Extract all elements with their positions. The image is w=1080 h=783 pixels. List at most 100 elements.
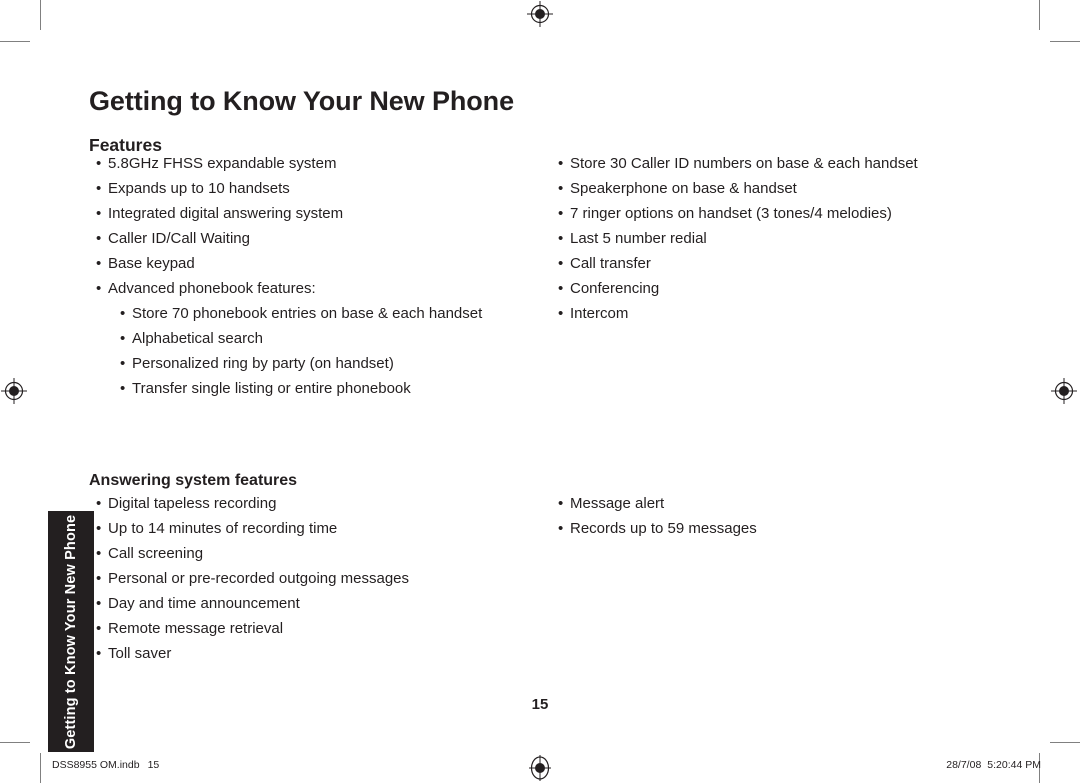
bullet-icon: • [558, 495, 564, 512]
bullet-icon: • [120, 305, 126, 322]
list-item-label: Message alert [570, 495, 665, 512]
bullet-icon: • [96, 570, 102, 587]
bullet-icon: • [96, 595, 102, 612]
list-item: • 5.8GHz FHSS expandable system [96, 151, 526, 176]
bullet-icon: • [558, 230, 564, 247]
footer-date-value: 28/7/08 [946, 759, 982, 771]
registration-mark-right-middle [1051, 378, 1077, 404]
features-right-list: • Store 30 Caller ID numbers on base & ea… [558, 151, 1028, 326]
list-item: • Call screening [96, 541, 526, 566]
list-item: • Message alert [558, 491, 1028, 516]
list-item-label: Remote message retrieval [108, 620, 284, 637]
list-item-label: Day and time announcement [108, 595, 300, 612]
list-item: • Expands up to 10 handsets [96, 176, 526, 201]
list-item-label: Integrated digital answering system [108, 205, 344, 222]
list-item: • 7 ringer options on handset (3 tones/4 … [558, 201, 1028, 226]
answering-system-right-list: • Message alert • Records up to 59 messages [558, 491, 1028, 541]
crop-mark-bottom-right-horizontal [1050, 742, 1080, 743]
bullet-icon: • [558, 280, 564, 297]
list-item-label: Call transfer [570, 255, 651, 272]
bullet-icon: • [96, 255, 102, 272]
crop-mark-top-right-horizontal [1050, 41, 1080, 42]
list-item-label: Intercom [570, 305, 629, 322]
bullet-icon: • [96, 205, 102, 222]
bullet-icon: • [96, 645, 102, 662]
page-number: 15 [531, 696, 549, 713]
footer-file-page: 15 [147, 759, 160, 771]
list-item: • Intercom [558, 301, 1028, 326]
bullet-icon: • [96, 545, 102, 562]
answering-system-left-list: • Digital tapeless recording • Up to 14 min… [96, 491, 526, 666]
list-item-label: Records up to 59 messages [570, 520, 757, 537]
list-item: • Integrated digital answering system [96, 201, 526, 226]
list-item-label: Store 30 Caller ID numbers on base & eac… [570, 155, 918, 172]
registration-mark-top-center [527, 1, 553, 27]
bullet-icon: • [558, 255, 564, 272]
chapter-side-tab-label: Getting to Know Your New Phone [63, 514, 79, 749]
footer-file-name: DSS8955 OM.indb [52, 759, 140, 771]
list-item-label: Base keypad [108, 255, 195, 272]
list-item: • Conferencing [558, 276, 1028, 301]
list-item: • Alphabetical search [96, 326, 526, 351]
bullet-icon: • [96, 180, 102, 197]
answering-system-heading: Answering system features [89, 472, 298, 490]
list-item-label: Up to 14 minutes of recording time [108, 520, 338, 537]
list-item-label: Digital tapeless recording [108, 495, 277, 512]
bullet-icon: • [96, 230, 102, 247]
list-item: • Call transfer [558, 251, 1028, 276]
bullet-icon: • [120, 355, 126, 372]
list-item: • Caller ID/Call Waiting [96, 226, 526, 251]
list-item: • Store 70 phonebook entries on base & ea… [96, 301, 526, 326]
document-page: Getting to Know Your New Phone Getting t… [0, 0, 1080, 783]
list-item: • Up to 14 minutes of recording time [96, 516, 526, 541]
crop-mark-bottom-left-vertical [40, 753, 41, 783]
footer-file-info: DSS8955 OM.indb 15 [52, 759, 159, 771]
bullet-icon: • [558, 520, 564, 537]
bullet-icon: • [558, 180, 564, 197]
features-left-list: • 5.8GHz FHSS expandable system • Expands u… [96, 151, 526, 401]
list-item: • Store 30 Caller ID numbers on base & ea… [558, 151, 1028, 176]
list-item-label: Personal or pre-recorded outgoing messag… [108, 570, 410, 587]
list-item-label: Last 5 number redial [570, 230, 707, 247]
chapter-side-tab: Getting to Know Your New Phone [48, 511, 94, 752]
list-item-label: Personalized ring by party (on handset) [132, 355, 394, 372]
list-item-label: Toll saver [108, 645, 172, 662]
bullet-icon: • [558, 155, 564, 172]
list-item-label: Alphabetical search [132, 330, 263, 347]
list-item: • Day and time announcement [96, 591, 526, 616]
registration-mark-bottom-center [527, 755, 553, 781]
list-item: • Speakerphone on base & handset [558, 176, 1028, 201]
page-title: Getting to Know Your New Phone [89, 86, 514, 117]
list-item: • Personalized ring by party (on handset) [96, 351, 526, 376]
bullet-icon: • [120, 380, 126, 397]
bullet-icon: • [96, 620, 102, 637]
list-item-label: Conferencing [570, 280, 660, 297]
list-item: • Toll saver [96, 641, 526, 666]
list-item-label: 5.8GHz FHSS expandable system [108, 155, 337, 172]
crop-mark-top-left-horizontal [0, 41, 30, 42]
crop-mark-top-right-vertical [1039, 0, 1040, 30]
list-item-label: Transfer single listing or entire phoneb… [132, 380, 411, 397]
bullet-icon: • [96, 280, 102, 297]
list-item-label: Caller ID/Call Waiting [108, 230, 250, 247]
list-item: • Advanced phonebook features: [96, 276, 526, 301]
list-item-label: Expands up to 10 handsets [108, 180, 290, 197]
list-item-label: Call screening [108, 545, 204, 562]
crop-mark-top-left-vertical [40, 0, 41, 30]
bullet-icon: • [96, 520, 102, 537]
list-item-label: Advanced phonebook features: [108, 280, 316, 297]
bullet-icon: • [558, 305, 564, 322]
bullet-icon: • [96, 495, 102, 512]
crop-mark-bottom-left-horizontal [0, 742, 30, 743]
bullet-icon: • [96, 155, 102, 172]
footer-time-value: 5:20:44 PM [987, 759, 1041, 771]
list-item: • Personal or pre-recorded outgoing messa… [96, 566, 526, 591]
list-item-label: 7 ringer options on handset (3 tones/4 m… [570, 205, 892, 222]
bullet-icon: • [120, 330, 126, 347]
footer-timestamp: 28/7/08 5:20:44 PM [946, 759, 1041, 771]
list-item-label: Speakerphone on base & handset [570, 180, 797, 197]
bullet-icon: • [558, 205, 564, 222]
registration-mark-left-middle [1, 378, 27, 404]
list-item: • Digital tapeless recording [96, 491, 526, 516]
list-item: • Transfer single listing or entire phone… [96, 376, 526, 401]
